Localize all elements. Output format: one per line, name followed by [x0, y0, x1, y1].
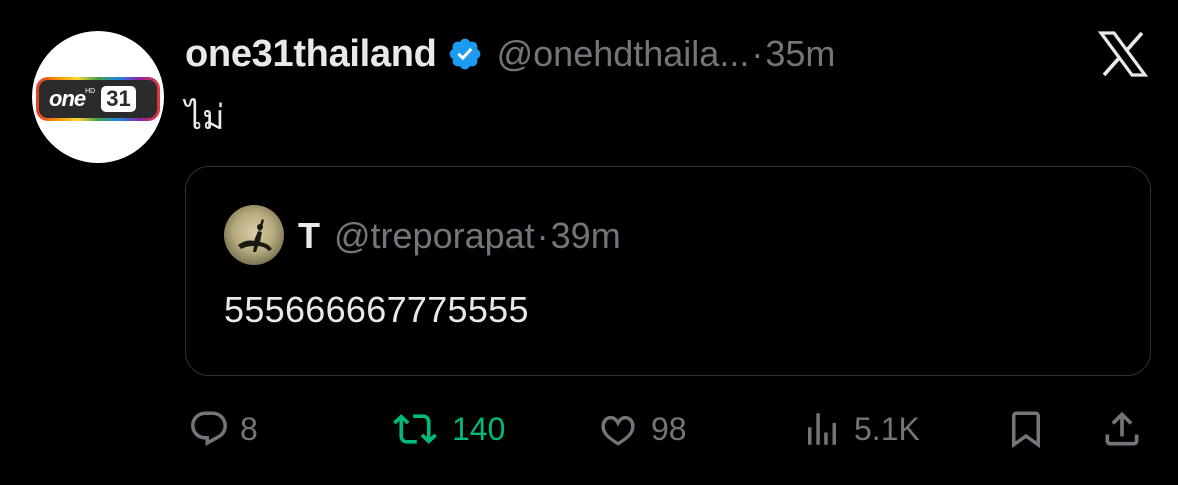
- display-name[interactable]: one31thailand: [185, 33, 437, 76]
- share-icon: [1100, 407, 1144, 451]
- views-count: 5.1K: [854, 410, 920, 447]
- x-logo-icon: [1097, 30, 1149, 78]
- timestamp[interactable]: 35m: [765, 33, 835, 75]
- bookmark-icon: [1005, 407, 1047, 451]
- bookmark-button[interactable]: [1005, 400, 1047, 458]
- reply-count: 8: [240, 410, 258, 447]
- one31-logo: one HD 31: [36, 77, 160, 121]
- tweet-header: one31thailand @onehdthaila... · 35m: [185, 30, 835, 78]
- reply-button[interactable]: 8: [188, 400, 258, 458]
- logo-hd: HD: [85, 88, 96, 95]
- handle[interactable]: @onehdthaila...: [497, 33, 750, 75]
- quoted-header: T @treporapat · 39m: [298, 215, 621, 257]
- like-icon: [595, 408, 641, 450]
- like-count: 98: [651, 410, 687, 447]
- retweet-button[interactable]: 140: [388, 400, 505, 458]
- separator-dot: ·: [751, 33, 764, 74]
- reply-icon: [188, 408, 230, 450]
- quoted-separator-dot: ·: [536, 215, 549, 256]
- quoted-display-name[interactable]: T: [298, 215, 320, 257]
- quoted-avatar[interactable]: [224, 205, 284, 265]
- verified-badge-icon: [447, 36, 483, 72]
- retweet-count: 140: [452, 410, 506, 447]
- logo-word: one: [49, 86, 86, 111]
- retweet-icon: [388, 407, 442, 451]
- quoted-handle[interactable]: @treporapat: [334, 215, 535, 257]
- quoted-text: 555666667775555: [224, 289, 529, 330]
- views-icon: [800, 408, 844, 450]
- share-button[interactable]: [1100, 400, 1144, 458]
- avatar[interactable]: one HD 31: [32, 31, 164, 163]
- action-bar: 8 140 98 5.1K: [0, 400, 1178, 458]
- tweet-text: ไม่: [185, 99, 225, 137]
- views-button[interactable]: 5.1K: [800, 400, 920, 458]
- quoted-tweet[interactable]: T @treporapat · 39m 555666667775555: [185, 166, 1151, 376]
- logo-number: 31: [101, 86, 136, 112]
- quoted-timestamp[interactable]: 39m: [551, 215, 621, 257]
- like-button[interactable]: 98: [595, 400, 687, 458]
